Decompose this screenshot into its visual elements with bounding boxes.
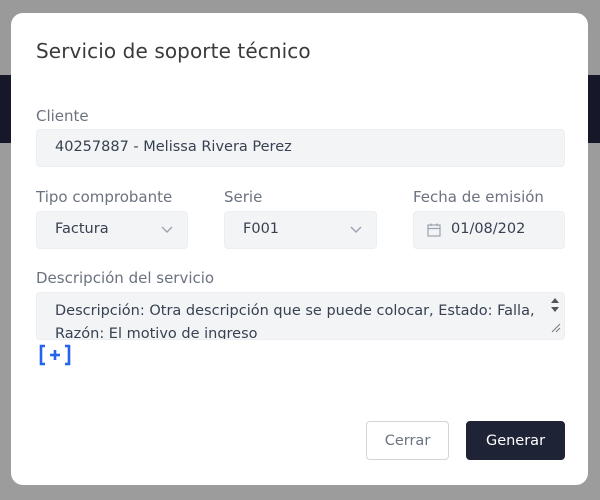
chevron-down-icon <box>161 226 173 233</box>
descripcion-text: Descripción: Otra descripción que se pue… <box>55 303 535 340</box>
add-detail-button[interactable] <box>38 344 72 366</box>
chevron-down-icon <box>350 226 362 233</box>
cerrar-button[interactable]: Cerrar <box>366 421 449 460</box>
tipo-comprobante-select[interactable]: Factura <box>36 211 188 249</box>
serie-label: Serie <box>224 188 263 206</box>
fecha-emision-value: 01/08/202 <box>451 221 526 237</box>
cliente-value: 40257887 - Melissa Rivera Perez <box>55 139 292 155</box>
calendar-icon <box>427 223 441 237</box>
fecha-emision-input[interactable]: 01/08/202 <box>413 211 565 249</box>
cliente-field[interactable]: 40257887 - Melissa Rivera Perez <box>36 129 565 167</box>
add-bracket-icon <box>39 344 71 366</box>
cliente-label: Cliente <box>36 107 89 125</box>
scroll-down-icon[interactable] <box>551 307 559 312</box>
textarea-scrollbar[interactable] <box>548 295 562 337</box>
support-service-dialog: Servicio de soporte técnico Cliente 4025… <box>11 13 588 485</box>
tipo-comprobante-label: Tipo comprobante <box>36 188 173 206</box>
tipo-comprobante-value: Factura <box>55 221 109 237</box>
resize-handle-icon[interactable] <box>549 321 561 333</box>
scroll-up-icon[interactable] <box>551 298 559 303</box>
generar-button[interactable]: Generar <box>466 421 565 460</box>
descripcion-label: Descripción del servicio <box>36 269 215 287</box>
descripcion-textarea[interactable]: Descripción: Otra descripción que se pue… <box>36 292 565 340</box>
serie-value: F001 <box>243 221 280 237</box>
dialog-title: Servicio de soporte técnico <box>36 39 311 63</box>
fecha-emision-label: Fecha de emisión <box>413 188 544 206</box>
serie-select[interactable]: F001 <box>224 211 377 249</box>
